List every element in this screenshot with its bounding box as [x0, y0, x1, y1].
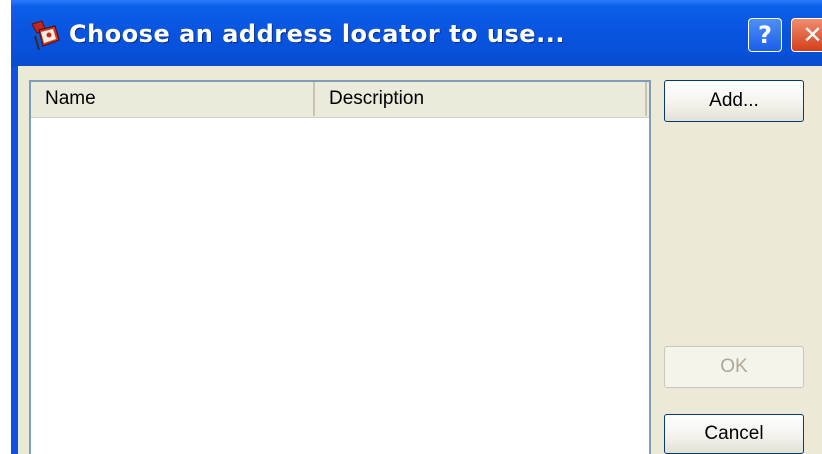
column-header-description[interactable]: Description [315, 82, 647, 116]
window-title: Choose an address locator to use... [69, 20, 565, 48]
cancel-button[interactable]: Cancel [664, 414, 804, 454]
column-header-name[interactable]: Name [31, 82, 315, 116]
help-button[interactable]: ? [748, 18, 782, 52]
help-icon: ? [758, 21, 772, 49]
title-bar[interactable]: Choose an address locator to use... ? ✕ [11, 0, 822, 66]
address-locator-icon [29, 20, 61, 51]
ok-button[interactable]: OK [664, 346, 804, 388]
close-button[interactable]: ✕ [791, 18, 822, 52]
close-icon: ✕ [802, 21, 822, 49]
address-locator-list[interactable]: Name Description [29, 80, 651, 454]
list-header: Name Description [31, 82, 649, 118]
add-button[interactable]: Add... [664, 80, 804, 122]
